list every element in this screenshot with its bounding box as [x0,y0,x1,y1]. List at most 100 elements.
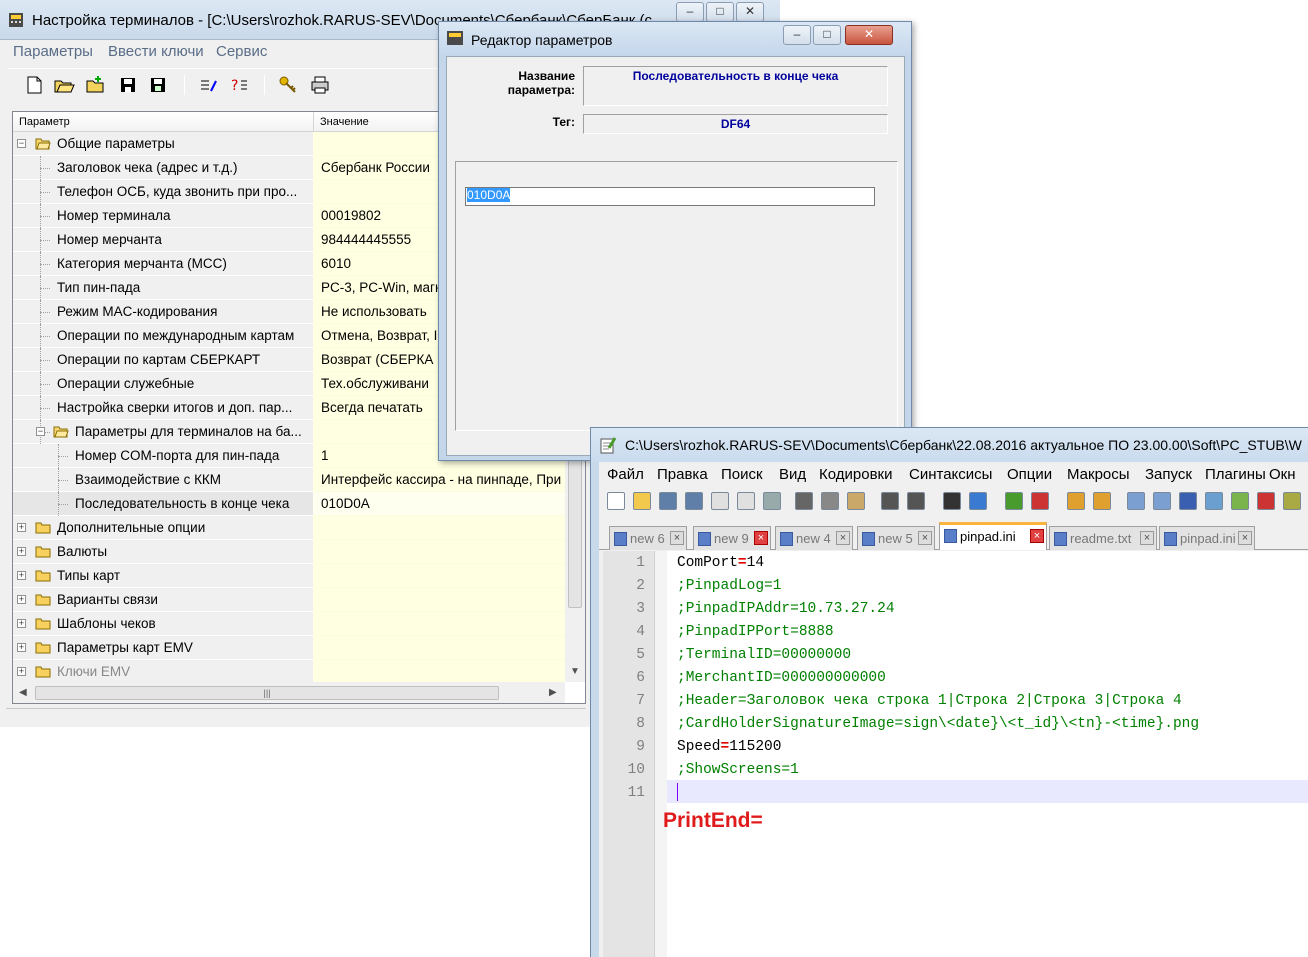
menu-item[interactable]: Кодировки [819,466,892,483]
parameter-cell[interactable]: Номер мерчанта [13,228,313,252]
maximize-button[interactable]: □ [706,2,734,22]
close-tab-icon[interactable]: × [754,531,768,545]
scrollbar-thumb[interactable]: ||| [35,686,499,700]
column-header-parameter[interactable]: Параметр [19,116,70,128]
cut-icon[interactable] [795,492,813,510]
close-tab-icon[interactable]: × [1238,531,1252,545]
tree-group-row[interactable]: + Шаблоны чеков [13,612,565,636]
parameter-cell[interactable]: − Параметры для терминалов на ба... [13,420,313,444]
zoom-out-icon[interactable] [1031,492,1049,510]
redo-icon[interactable] [907,492,925,510]
edit-icon[interactable] [196,73,220,97]
parameter-cell[interactable]: Номер терминала [13,204,313,228]
parameter-cell[interactable]: + Дополнительные опции [13,516,313,540]
undo-icon[interactable] [881,492,899,510]
close-button[interactable]: ✕ [736,2,764,22]
close-icon[interactable] [711,492,729,510]
tree-group-row[interactable]: + Ключи EMV [13,660,565,684]
parameter-cell[interactable]: + Варианты связи [13,588,313,612]
close-tab-icon[interactable]: × [1030,529,1044,543]
expand-icon[interactable]: + [17,523,26,532]
parameter-cell[interactable]: + Валюты [13,540,313,564]
value-cell[interactable] [313,660,565,684]
code-line[interactable]: ;CardHolderSignatureImage=sign\<date}\<t… [677,716,1199,732]
parameter-cell[interactable]: Последовательность в конце чека [13,492,313,516]
parameter-cell[interactable]: + Типы карт [13,564,313,588]
print-icon[interactable] [308,73,332,97]
tab-pinpad-ini[interactable]: pinpad.ini × [939,522,1047,550]
tree-group-row[interactable]: + Типы карт [13,564,565,588]
parameter-cell[interactable]: + Шаблоны чеков [13,612,313,636]
code-line[interactable]: ;ShowScreens=1 [677,762,799,778]
horizontal-scrollbar[interactable]: ◀ ||| ▶ [13,682,565,703]
parameter-cell[interactable]: Телефон ОСБ, куда звонить при про... [13,180,313,204]
open-icon[interactable] [52,73,76,97]
table-row[interactable]: Последовательность в конце чека 010D0A [13,492,565,516]
value-cell[interactable] [313,564,565,588]
import-icon[interactable] [84,73,108,97]
sync-h-icon[interactable] [1093,492,1111,510]
expand-icon[interactable]: + [17,595,26,604]
parameter-cell[interactable]: Категория мерчанта (MCC) [13,252,313,276]
parameter-cell[interactable]: Операции по картам СБЕРКАРТ [13,348,313,372]
menu-item[interactable]: Макросы [1067,466,1130,483]
minimize-button[interactable]: – [676,2,704,22]
menu-item[interactable]: Плагины [1205,466,1266,483]
menu-item[interactable]: Синтаксисы [909,466,992,483]
replace-icon[interactable] [969,492,987,510]
parameter-cell[interactable]: − Общие параметры [13,132,313,156]
expand-icon[interactable]: + [17,619,26,628]
value-cell[interactable] [313,588,565,612]
tree-group-row[interactable]: + Варианты связи [13,588,565,612]
parameter-cell[interactable]: Операции по международным картам [13,324,313,348]
open-file-icon[interactable] [633,492,651,510]
value-cell[interactable] [313,612,565,636]
close-tab-icon[interactable]: × [670,531,684,545]
scroll-down-icon[interactable]: ▼ [570,666,580,677]
zoom-in-icon[interactable] [1005,492,1023,510]
menu-item[interactable]: Окн [1269,466,1296,483]
save-all-icon[interactable] [146,73,170,97]
code-editor[interactable]: 1 2 3 4 5 6 7 8 9 10 11 ComPort=14 ;PinpadLog=1 ;Pin… [603,551,1308,957]
tab-new-9[interactable]: new 9 × [693,526,771,550]
close-tab-icon[interactable]: × [1140,531,1154,545]
expand-icon[interactable]: + [17,547,26,556]
keys-icon[interactable] [276,73,300,97]
new-file-icon[interactable] [607,492,625,510]
expand-icon[interactable]: + [17,667,26,676]
macro-record-icon[interactable] [1257,492,1275,510]
close-all-icon[interactable] [737,492,755,510]
parameter-cell[interactable]: Номер COM-порта для пин-пада [13,444,313,468]
value-cell[interactable]: 010D0A [313,492,565,516]
menu-item[interactable]: Правка [657,466,708,483]
maximize-button[interactable]: □ [813,25,841,45]
menu-item[interactable]: Запуск [1145,466,1192,483]
code-line[interactable]: ;PinpadIPPort=8888 [677,624,834,640]
title-bar[interactable]: C:\Users\rozhok.RARUS-SEV\Documents\Сбер… [591,428,1308,462]
tab-readme-txt[interactable]: readme.txt × [1049,526,1157,550]
close-tab-icon[interactable]: × [836,531,850,545]
save-all-icon[interactable] [685,492,703,510]
parameter-cell[interactable]: Заголовок чека (адрес и т.д.) [13,156,313,180]
value-cell[interactable] [313,636,565,660]
find-icon[interactable] [943,492,961,510]
scroll-left-icon[interactable]: ◀ [19,687,27,698]
menu-item[interactable]: Файл [607,466,644,483]
tab-new-4[interactable]: new 4 × [775,526,853,550]
column-divider[interactable] [313,112,314,132]
doc-map-icon[interactable] [1205,492,1223,510]
code-line[interactable]: ;TerminalID=00000000 [677,647,851,663]
parameter-cell[interactable]: Режим MAC-кодирования [13,300,313,324]
macro-stop-icon[interactable] [1283,492,1301,510]
scroll-right-icon[interactable]: ▶ [549,687,557,698]
menu-enter-keys[interactable]: Ввести ключи [108,43,204,60]
menu-item[interactable]: Поиск [721,466,763,483]
indent-guide-icon[interactable] [1179,492,1197,510]
new-icon[interactable] [22,73,46,97]
column-header-value[interactable]: Значение [320,116,369,128]
value-cell[interactable]: Интерфейс кассира - на пинпаде, При [313,468,565,492]
code-line[interactable]: ;Header=Заголовок чека строка 1|Строка 2… [677,693,1182,709]
expand-icon[interactable]: + [17,643,26,652]
code-line[interactable]: Speed=115200 [677,739,781,755]
code-line[interactable]: ;MerchantID=000000000000 [677,670,886,686]
